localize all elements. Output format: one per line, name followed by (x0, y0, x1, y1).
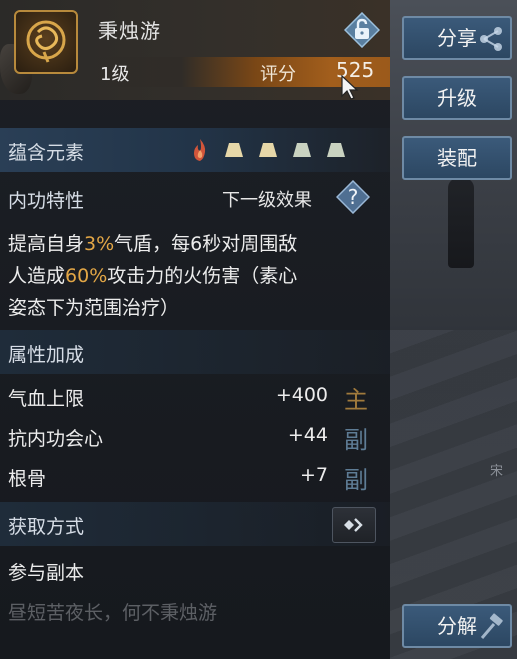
stat-name: 气血上限 (8, 388, 85, 410)
upgrade-button[interactable]: 升级 (402, 76, 512, 120)
element-slots (190, 138, 346, 162)
highlight-value: 3% (84, 233, 115, 255)
stat-row: 根骨 +7 副 (0, 460, 390, 496)
stat-row: 气血上限 +400 主 (0, 380, 390, 416)
empty-slot-icon (327, 143, 345, 157)
item-header: 秉烛游 1级 评分 525 (0, 0, 390, 100)
sub-stat-tag: 副 (344, 426, 368, 454)
next-level-effect-link[interactable]: 下一级效果 (222, 186, 312, 212)
sub-stat-tag: 副 (344, 466, 368, 494)
source-detail-button[interactable] (332, 507, 376, 543)
main-stat-tag: 主 (344, 386, 368, 414)
dismantle-button[interactable]: 分解 (402, 604, 512, 648)
diamond-arrow-icon (344, 518, 363, 532)
equip-button-label: 装配 (437, 146, 477, 170)
stat-row: 抗内功会心 +44 副 (0, 420, 390, 456)
equip-button[interactable]: 装配 (402, 136, 512, 180)
question-icon[interactable]: ? (335, 179, 371, 215)
upgrade-button-label: 升级 (437, 86, 477, 110)
game-screen: 宋 秉烛游 1级 评分 525 蕴含元素 内功特性 下一级效果 ? 提高自身3%… (0, 0, 517, 659)
stat-name: 抗内功会心 (8, 428, 104, 450)
skill-description: 提高自身3%气盾，每6秒对周围敌 人造成60%攻击力的火伤害（素心 姿态下为范围… (8, 233, 298, 319)
svg-text:?: ? (348, 185, 359, 209)
share-icon (480, 27, 502, 51)
background-sign: 宋 (490, 464, 504, 479)
internal-skill-label: 内功特性 (8, 190, 85, 212)
xinfa-emblem-icon (14, 10, 78, 74)
stat-name: 根骨 (8, 468, 47, 490)
stat-value: +400 (275, 384, 328, 406)
fire-element-icon (194, 139, 206, 161)
source-label: 获取方式 (8, 516, 85, 538)
empty-slot-icon (293, 143, 311, 157)
mouse-cursor-icon (341, 74, 359, 100)
stat-value: +44 (287, 424, 328, 446)
share-button[interactable]: 分享 (402, 16, 512, 60)
item-level: 1级 (100, 64, 130, 85)
dismantle-button-label: 分解 (437, 614, 477, 638)
hammer-icon (480, 613, 503, 639)
highlight-value: 60% (65, 265, 108, 287)
score-label: 评分 (260, 64, 296, 85)
elements-label: 蕴含元素 (8, 142, 85, 164)
item-detail-panel: 秉烛游 1级 评分 525 蕴含元素 内功特性 下一级效果 ? 提高自身3%气盾… (0, 0, 390, 659)
flavor-text: 昼短苦夜长，何不秉烛游 (8, 602, 218, 624)
item-emblem (0, 4, 92, 96)
lock-open-icon[interactable] (343, 11, 381, 49)
stat-value: +7 (299, 464, 328, 486)
share-button-label: 分享 (437, 26, 477, 50)
source-value: 参与副本 (8, 562, 85, 584)
empty-slot-icon (225, 143, 243, 157)
item-name: 秉烛游 (98, 19, 161, 43)
attributes-label: 属性加成 (8, 344, 85, 366)
background-character (448, 178, 474, 268)
empty-slot-icon (259, 143, 277, 157)
